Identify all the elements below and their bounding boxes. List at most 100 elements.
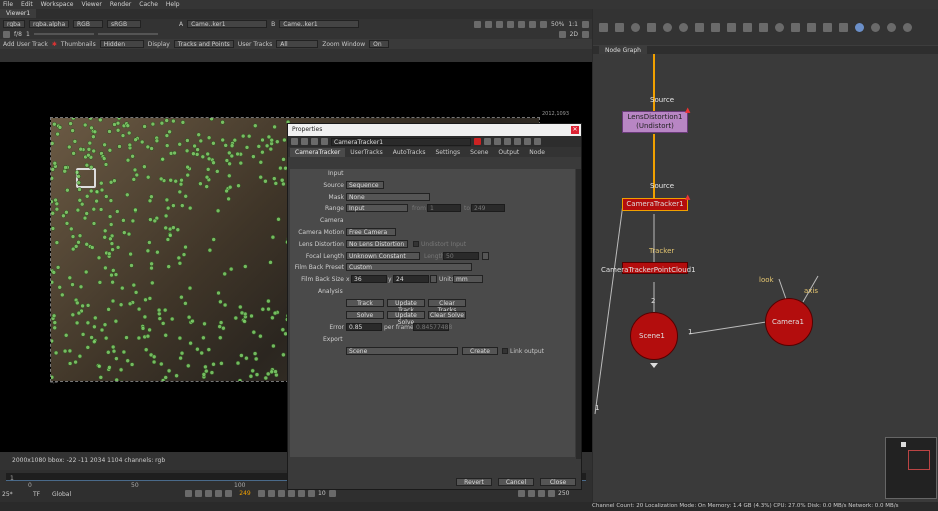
- track-point[interactable]: [89, 335, 94, 340]
- track-point[interactable]: [133, 137, 138, 142]
- channels-dropdown[interactable]: rgba: [3, 20, 25, 28]
- track-point[interactable]: [98, 207, 104, 212]
- track-point[interactable]: [166, 368, 172, 374]
- track-point[interactable]: [142, 164, 147, 169]
- tab-output[interactable]: Output: [493, 148, 524, 157]
- other-tools-icon[interactable]: [839, 23, 848, 32]
- prev-key-icon[interactable]: [205, 490, 212, 497]
- track-point[interactable]: [278, 165, 283, 171]
- track-point[interactable]: [276, 217, 281, 222]
- track-point[interactable]: [271, 343, 276, 349]
- in-out-icon[interactable]: [548, 490, 555, 497]
- lens-distortion-node[interactable]: LensDistortion1 (Undistort): [622, 111, 688, 133]
- color-tools-icon[interactable]: [663, 23, 672, 32]
- track-point[interactable]: [201, 335, 206, 341]
- track-point[interactable]: [96, 255, 102, 261]
- first-frame-icon[interactable]: [195, 490, 202, 497]
- track-point[interactable]: [177, 335, 183, 341]
- track-point[interactable]: [86, 147, 92, 152]
- loop-icon[interactable]: [185, 490, 192, 497]
- track-point[interactable]: [164, 118, 169, 123]
- track-point[interactable]: [186, 363, 191, 369]
- fps-dropdown[interactable]: 25*: [2, 491, 13, 498]
- track-point[interactable]: [102, 142, 107, 148]
- track-point[interactable]: [88, 118, 93, 121]
- track-point[interactable]: [173, 178, 178, 184]
- track-point[interactable]: [160, 321, 166, 326]
- skip-forward-icon[interactable]: [328, 490, 336, 497]
- track-point[interactable]: [185, 172, 190, 178]
- track-point[interactable]: [133, 207, 138, 213]
- track-point[interactable]: [93, 315, 98, 321]
- track-point[interactable]: [111, 348, 117, 354]
- prev-frame-icon[interactable]: [215, 490, 222, 497]
- track-point[interactable]: [205, 151, 210, 157]
- track-point[interactable]: [75, 300, 80, 306]
- track-point[interactable]: [142, 124, 147, 129]
- track-point[interactable]: [131, 282, 137, 288]
- track-point[interactable]: [179, 350, 185, 356]
- play-back-icon[interactable]: [225, 490, 232, 497]
- track-point[interactable]: [166, 264, 171, 269]
- track-point[interactable]: [256, 144, 262, 149]
- track-point[interactable]: [91, 134, 96, 139]
- track-point[interactable]: [126, 130, 132, 136]
- track-point[interactable]: [63, 165, 68, 170]
- track-point[interactable]: [149, 194, 154, 199]
- track-point[interactable]: [129, 362, 135, 367]
- track-point[interactable]: [115, 209, 120, 214]
- tab-scene[interactable]: Scene: [465, 148, 493, 157]
- track-point[interactable]: [260, 149, 265, 155]
- track-point[interactable]: [54, 240, 60, 245]
- track-point[interactable]: [83, 269, 89, 275]
- track-point[interactable]: [97, 364, 102, 369]
- track-point[interactable]: [258, 160, 264, 165]
- track-point[interactable]: [52, 325, 57, 331]
- update-track-button[interactable]: Update Track: [387, 299, 425, 314]
- track-point[interactable]: [139, 139, 145, 145]
- track-point[interactable]: [114, 377, 119, 382]
- track-point[interactable]: [82, 122, 88, 128]
- input-b-dropdown[interactable]: Came..ker1: [279, 20, 360, 28]
- film-back-preset-dropdown[interactable]: Custom: [346, 263, 472, 271]
- track-point[interactable]: [179, 294, 184, 300]
- track-point[interactable]: [77, 353, 83, 359]
- track-point[interactable]: [73, 244, 79, 249]
- track-point[interactable]: [191, 151, 196, 156]
- next-frame-icon[interactable]: [268, 490, 275, 497]
- track-point[interactable]: [115, 245, 121, 250]
- track-point[interactable]: [68, 121, 73, 126]
- track-point[interactable]: [222, 302, 228, 308]
- track-point[interactable]: [51, 338, 54, 344]
- track-point[interactable]: [106, 307, 111, 312]
- track-point[interactable]: [185, 138, 190, 143]
- length-field[interactable]: 50: [443, 252, 479, 260]
- track-point[interactable]: [227, 184, 233, 190]
- node-tools-icon[interactable]: [291, 138, 298, 145]
- track-point[interactable]: [149, 265, 154, 271]
- track-point[interactable]: [270, 315, 275, 321]
- track-point[interactable]: [198, 138, 204, 144]
- track-point[interactable]: [164, 143, 170, 148]
- track-point[interactable]: [280, 327, 286, 332]
- track-point[interactable]: [51, 226, 56, 231]
- track-point[interactable]: [178, 355, 183, 361]
- menu-cache[interactable]: Cache: [139, 1, 158, 8]
- track-point[interactable]: [51, 211, 55, 216]
- fb-y-field[interactable]: 24: [393, 275, 429, 283]
- track-point[interactable]: [55, 265, 61, 270]
- track-point[interactable]: [132, 167, 138, 173]
- export-dropdown[interactable]: Scene: [346, 347, 458, 355]
- track-point[interactable]: [67, 361, 73, 366]
- track-point[interactable]: [263, 375, 269, 381]
- menu-file[interactable]: File: [3, 1, 13, 8]
- roi-icon[interactable]: [529, 20, 536, 28]
- track-point[interactable]: [142, 314, 148, 320]
- track-point[interactable]: [145, 248, 151, 254]
- track-point[interactable]: [88, 188, 94, 194]
- track-point[interactable]: [118, 367, 124, 373]
- track-point[interactable]: [157, 316, 163, 321]
- track-point[interactable]: [107, 251, 112, 256]
- track-point[interactable]: [76, 310, 82, 316]
- track-point[interactable]: [196, 132, 201, 137]
